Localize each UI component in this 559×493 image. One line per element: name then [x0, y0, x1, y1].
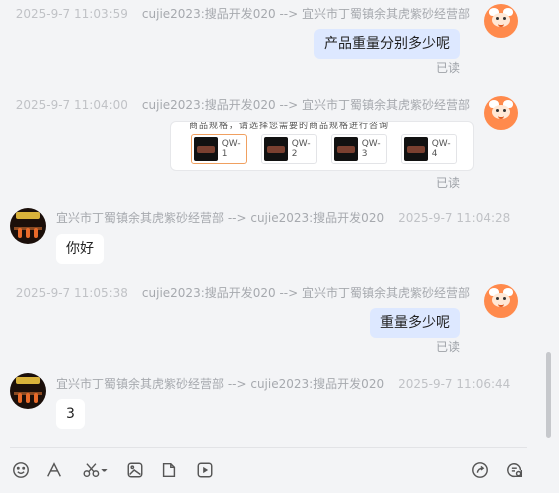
product-label: QW-3 [361, 139, 381, 159]
emoji-icon[interactable] [10, 459, 32, 481]
message-time: 2025-9-7 11:04:00 [15, 98, 128, 112]
product-thumbnail [334, 137, 358, 161]
message-meta: 宜兴市丁蜀镇余其虎紫砂经营部 --> cujie2023:搜品开发020 2025… [56, 375, 510, 392]
message-bubble[interactable]: 你好 [56, 234, 104, 264]
read-status: 已读 [435, 176, 460, 190]
font-icon[interactable] [43, 459, 65, 481]
avatar[interactable] [10, 373, 46, 409]
product-thumbnail [194, 137, 218, 161]
scrollbar[interactable] [546, 352, 551, 438]
message-route: 宜兴市丁蜀镇余其虎紫砂经营部 --> cujie2023:搜品开发020 [56, 211, 385, 225]
message-route: cujie2023:搜品开发020 --> 宜兴市丁蜀镇余其虎紫砂经营部 [141, 98, 470, 112]
product-spec-card[interactable]: 商品规格，请选择您需要的商品规格进行咨询 QW-1 QW-2 QW-3 QW-4 [170, 121, 474, 171]
message-route: cujie2023:搜品开发020 --> 宜兴市丁蜀镇余其虎紫砂经营部 [141, 7, 470, 21]
message-meta: 2025-9-7 11:04:00 cujie2023:搜品开发020 --> 宜… [16, 96, 470, 113]
input-toolbar [0, 448, 559, 493]
message-bubble[interactable]: 产品重量分别多少呢 [314, 29, 460, 59]
product-option[interactable]: QW-4 [401, 134, 457, 164]
file-icon[interactable] [158, 459, 180, 481]
product-option[interactable]: QW-1 [191, 134, 247, 164]
message-bubble[interactable]: 3 [56, 399, 85, 429]
product-label: QW-2 [291, 139, 311, 159]
message-route: 宜兴市丁蜀镇余其虎紫砂经营部 --> cujie2023:搜品开发020 [56, 377, 385, 391]
message-meta: 宜兴市丁蜀镇余其虎紫砂经营部 --> cujie2023:搜品开发020 2025… [56, 209, 510, 226]
message-time: 2025-9-7 11:04:28 [398, 211, 511, 225]
chat-settings-icon[interactable] [504, 459, 526, 481]
message-route: cujie2023:搜品开发020 --> 宜兴市丁蜀镇余其虎紫砂经营部 [141, 286, 470, 300]
message-bubble[interactable]: 重量多少呢 [370, 308, 460, 338]
product-option[interactable]: QW-2 [261, 134, 317, 164]
avatar[interactable] [484, 284, 518, 318]
avatar[interactable] [484, 96, 518, 130]
message-time: 2025-9-7 11:06:44 [398, 377, 511, 391]
product-label: QW-1 [221, 139, 241, 159]
message-meta: 2025-9-7 11:03:59 cujie2023:搜品开发020 --> 宜… [16, 5, 470, 22]
product-label: QW-4 [431, 139, 451, 159]
product-option[interactable]: QW-3 [331, 134, 387, 164]
read-status: 已读 [435, 61, 460, 75]
image-icon[interactable] [124, 459, 146, 481]
message-meta: 2025-9-7 11:05:38 cujie2023:搜品开发020 --> 宜… [16, 284, 470, 301]
card-top-text: 商品规格，请选择您需要的商品规格进行咨询 [189, 121, 390, 131]
avatar[interactable] [484, 4, 518, 38]
video-icon[interactable] [194, 459, 216, 481]
chat-history[interactable]: 2025-9-7 11:03:59 cujie2023:搜品开发020 --> 宜… [0, 0, 548, 445]
read-status: 已读 [435, 340, 460, 354]
share-icon[interactable] [469, 459, 491, 481]
message-time: 2025-9-7 11:05:38 [15, 286, 128, 300]
avatar[interactable] [10, 208, 46, 244]
product-thumbnail [264, 137, 288, 161]
product-thumbnail [404, 137, 428, 161]
scissors-icon[interactable] [79, 459, 111, 481]
message-time: 2025-9-7 11:03:59 [15, 7, 128, 21]
